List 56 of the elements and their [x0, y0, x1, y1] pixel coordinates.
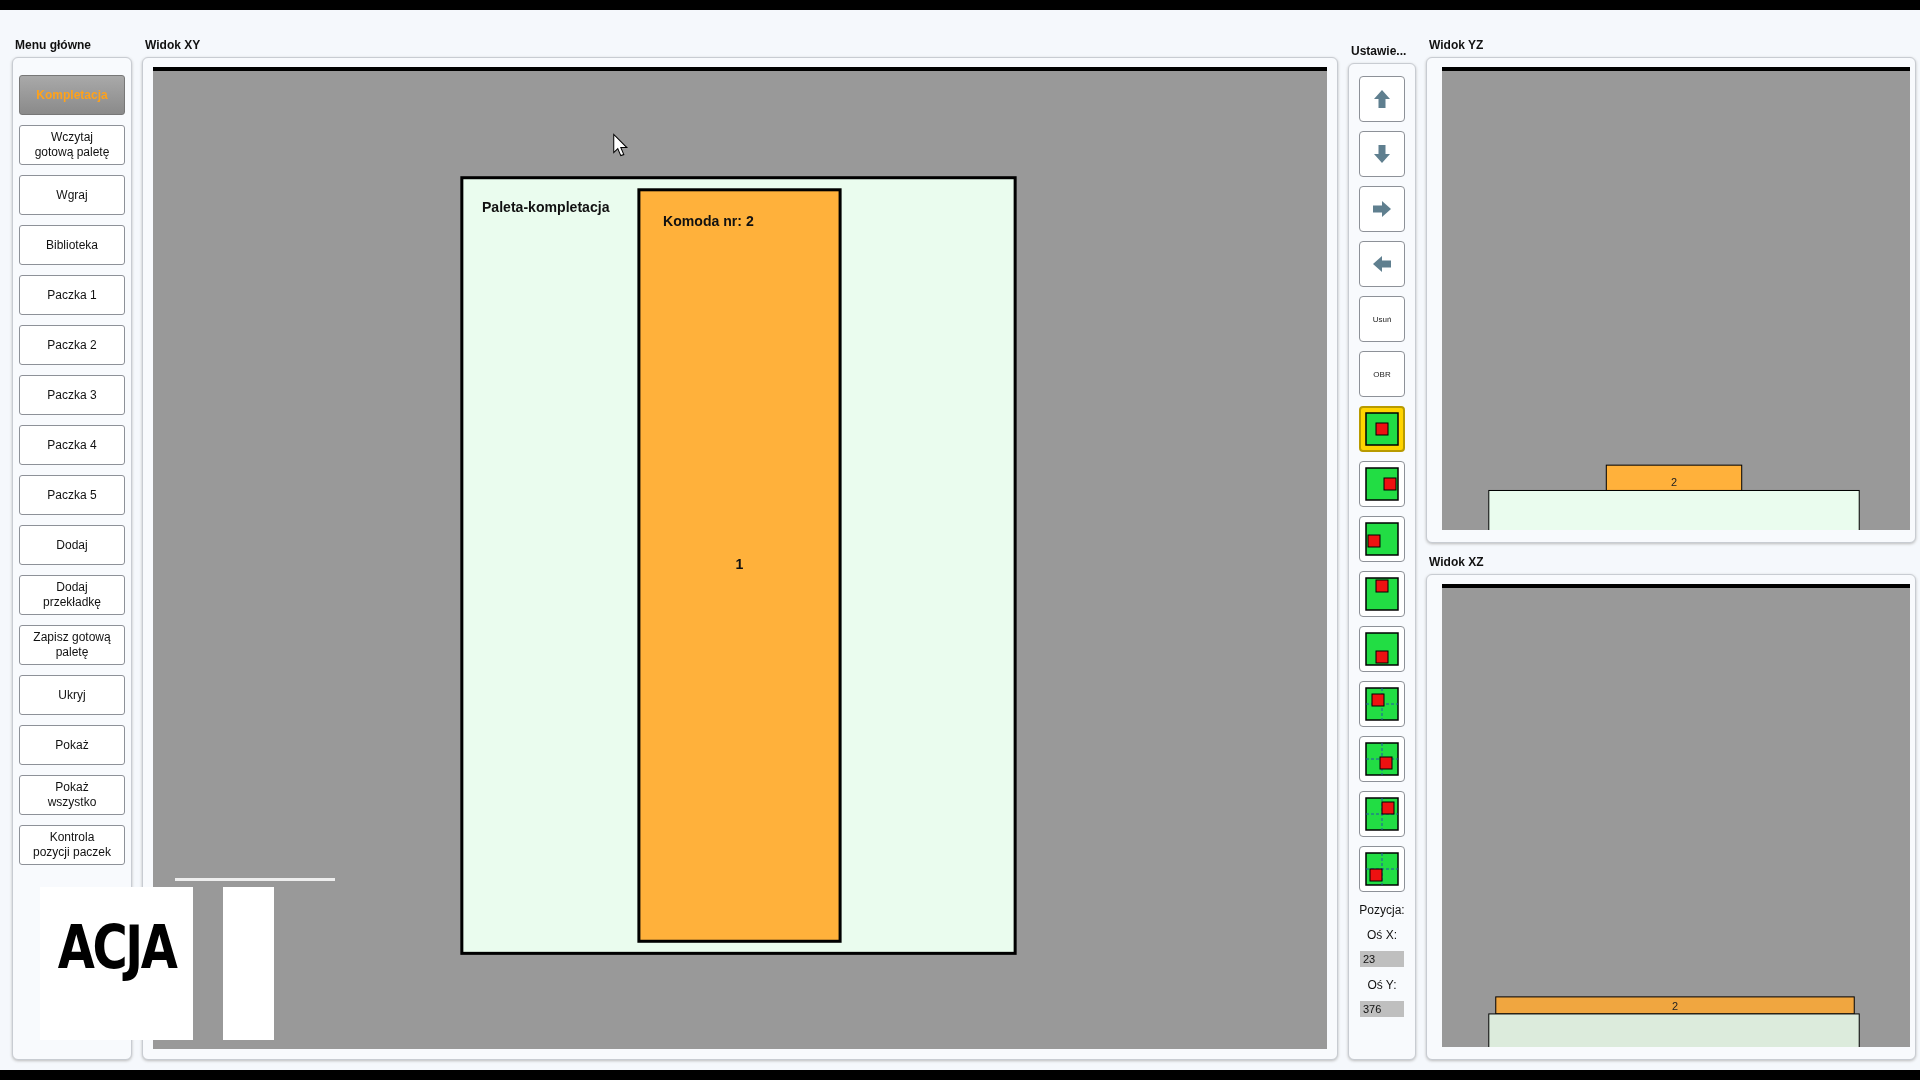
package-title: Komoda nr: 2 [663, 213, 754, 229]
panel-title: Menu główne [14, 38, 92, 54]
input-field[interactable]: 376 [1360, 1001, 1404, 1017]
placement-button[interactable] [1359, 406, 1405, 452]
placement-icon [1365, 412, 1399, 446]
menu-button[interactable]: Kontrola pozycji paczek [19, 825, 125, 865]
menu-button[interactable]: Paczka 5 [19, 475, 125, 515]
menu-button[interactable]: Paczka 1 [19, 275, 125, 315]
cursor-icon [613, 133, 629, 157]
panel-title: Widok XZ [1428, 555, 1485, 571]
package-number: 2 [1670, 476, 1678, 489]
placement-button[interactable] [1359, 846, 1405, 892]
placement-icon [1365, 632, 1399, 666]
placement-icon [1365, 577, 1399, 611]
menu-button[interactable]: Dodaj [19, 525, 125, 565]
placement-button[interactable] [1359, 736, 1405, 782]
placement-icon [1365, 467, 1399, 501]
panel-title: Widok XY [144, 38, 202, 54]
menu-button[interactable]: Paczka 2 [19, 325, 125, 365]
menu-button[interactable]: Pokaż wszystko [19, 775, 125, 815]
arrow-button[interactable] [1359, 186, 1405, 232]
arrow-button[interactable] [1359, 131, 1405, 177]
video-caption: ACJA [57, 912, 176, 982]
tool-button[interactable]: Usuń [1359, 296, 1405, 342]
menu-button[interactable]: Pokaż [19, 725, 125, 765]
placement-button[interactable] [1359, 681, 1405, 727]
menu-button[interactable]: Biblioteka [19, 225, 125, 265]
placement-icon [1365, 687, 1399, 721]
placement-icon [1365, 522, 1399, 556]
axis-label: Oś Y: [1367, 978, 1397, 992]
placement-button[interactable] [1359, 791, 1405, 837]
menu-button[interactable]: Paczka 4 [19, 425, 125, 465]
panel-title: Ustawie... [1350, 44, 1408, 60]
placement-button[interactable] [1359, 626, 1405, 672]
package-number: 2 [1671, 999, 1679, 1012]
placement-button[interactable] [1359, 571, 1405, 617]
menu-button[interactable]: Dodaj przekładkę [19, 575, 125, 615]
menu-button[interactable]: Wczytaj gotową paletę [19, 125, 125, 165]
placement-icon [1365, 852, 1399, 886]
menu-button[interactable]: Ukryj [19, 675, 125, 715]
placement-icon [1365, 742, 1399, 776]
package-number: 1 [735, 556, 744, 573]
tool-button[interactable]: OBR [1359, 351, 1405, 397]
placement-button[interactable] [1359, 461, 1405, 507]
axis-label: Oś X: [1367, 928, 1397, 942]
placement-button[interactable] [1359, 516, 1405, 562]
placement-icon [1365, 797, 1399, 831]
position-label: Pozycja: [1359, 903, 1405, 917]
menu-button[interactable]: Paczka 3 [19, 375, 125, 415]
input-field[interactable]: 23 [1360, 951, 1404, 967]
menu-button[interactable]: Wgraj [19, 175, 125, 215]
panel-title: Widok YZ [1428, 38, 1485, 54]
arrow-button[interactable] [1359, 76, 1405, 122]
arrow-button[interactable] [1359, 241, 1405, 287]
menu-button[interactable]: Zapisz gotową paletę [19, 625, 125, 665]
pallet-label: Paleta-kompletacja [481, 198, 610, 215]
